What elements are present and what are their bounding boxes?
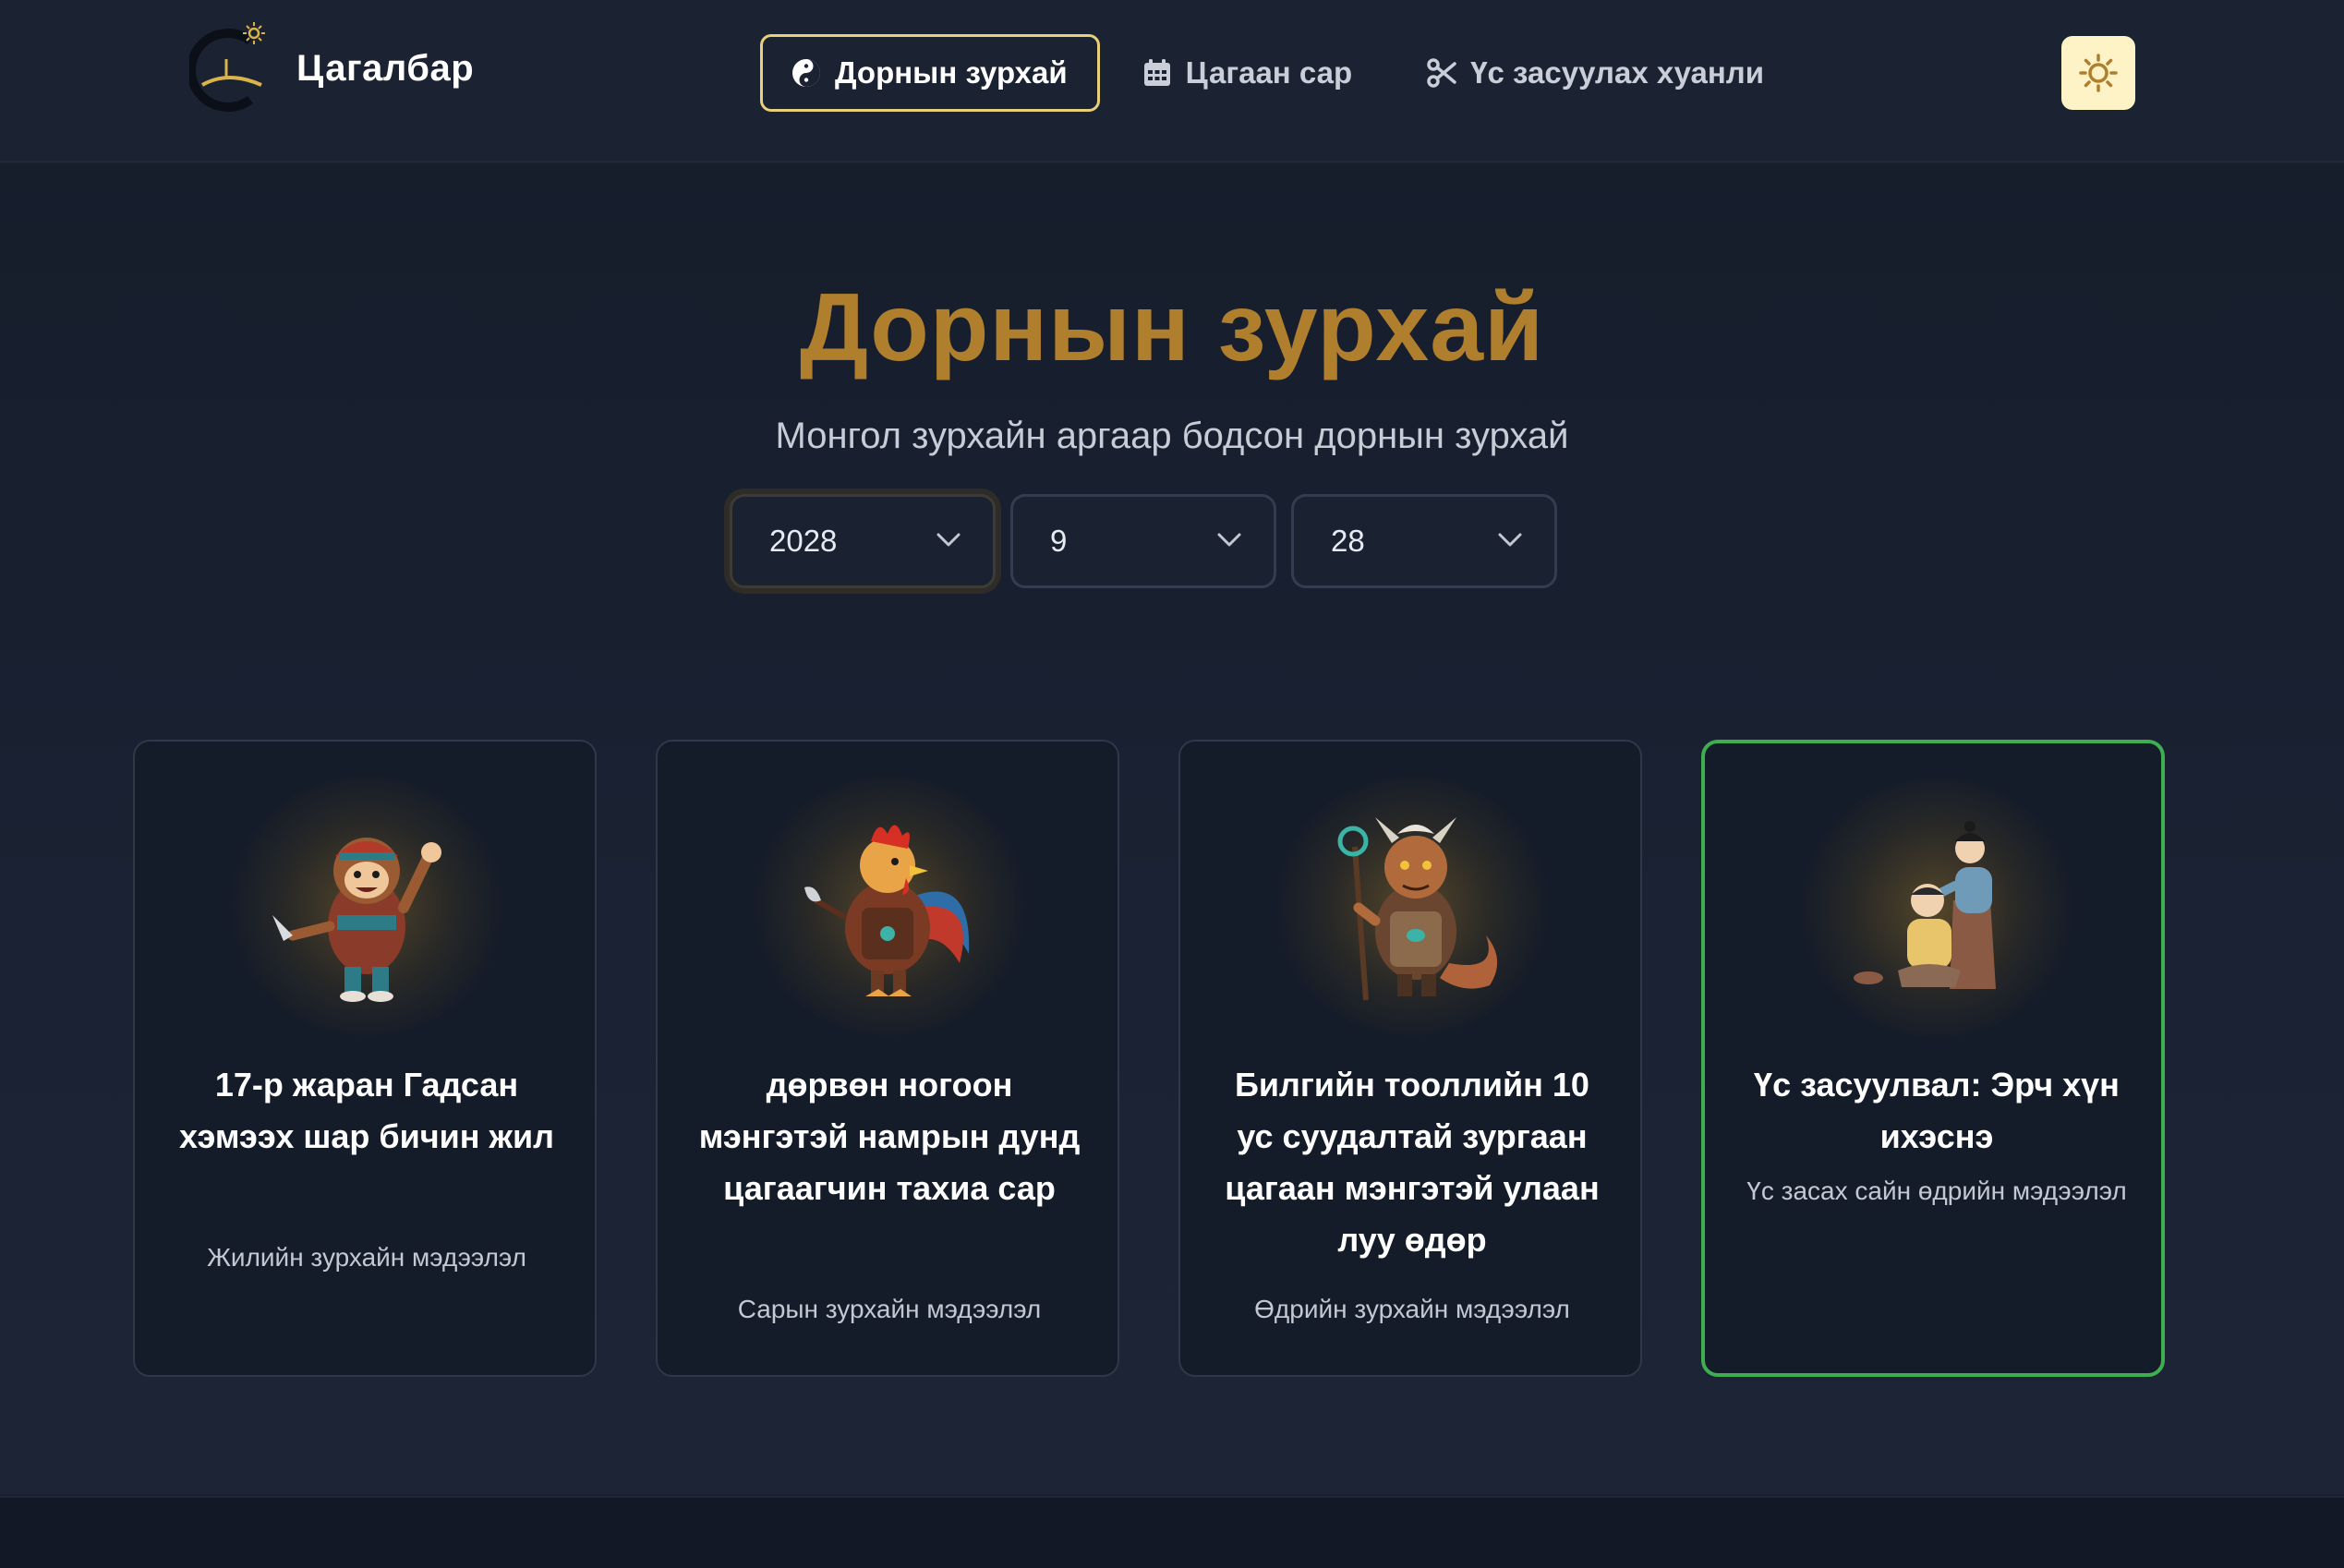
- month-select[interactable]: 9: [1010, 494, 1276, 588]
- theme-toggle-button[interactable]: [2061, 36, 2135, 110]
- haircut-illustration: [1854, 821, 1996, 989]
- chevron-down-icon: [1498, 533, 1522, 547]
- month-card[interactable]: дөрвөн ногоон мэнгэтэй намрын дунд цагаа…: [656, 740, 1119, 1377]
- day-card[interactable]: Билгийн тооллийн 10 ус суудалтай зургаан…: [1178, 740, 1642, 1377]
- month-select-value: 9: [1050, 524, 1068, 558]
- nav-label: Цагаан сар: [1185, 55, 1353, 90]
- year-select-value: 2028: [769, 524, 838, 558]
- nav-label: Дорнын зурхай: [835, 55, 1068, 90]
- rooster-warrior-illustration: [804, 825, 970, 996]
- card-subtitle: Жилийн зурхайн мэдээлэл: [207, 1243, 526, 1272]
- scissors-icon: [1427, 58, 1456, 88]
- card-title: Билгийн тооллийн 10 ус суудалтай зургаан…: [1225, 1066, 1600, 1259]
- day-select-value: 28: [1331, 524, 1365, 558]
- hero-section: Дорнын зурхай Монгол зурхайн аргаар бодс…: [0, 164, 2344, 1494]
- nav-item-tsagaan-sar[interactable]: Цагаан сар: [1109, 34, 1385, 112]
- info-cards: 17-р жаран Гадсан хэмээх шар бичин жил Ж…: [133, 740, 2224, 1377]
- year-select[interactable]: 2028: [730, 494, 996, 588]
- page-title: Дорнын зурхай: [799, 274, 1545, 381]
- card-title: дөрвөн ногоон мэнгэтэй намрын дунд цагаа…: [698, 1066, 1081, 1207]
- card-title: 17-р жаран Гадсан хэмээх шар бичин жил: [178, 1066, 555, 1155]
- brand-logo-icon: [189, 22, 265, 112]
- calendar-icon: [1143, 59, 1170, 86]
- page-subtitle: Монгол зурхайн аргаар бодсон дорнын зурх…: [775, 416, 1569, 456]
- top-navbar: Цагалбар Дорнын зурхай Цагаан сар Үс зас…: [0, 0, 2344, 163]
- chevron-down-icon: [936, 533, 961, 547]
- chevron-down-icon: [1217, 533, 1241, 547]
- main-nav: Дорнын зурхай Цагаан сар Үс засуулах хуа…: [760, 34, 1806, 112]
- date-selectors: 2028 9 28: [730, 494, 1572, 588]
- dragon-warrior-illustration: [1337, 817, 1498, 1001]
- nav-item-dornyn-zurkhai[interactable]: Дорнын зурхай: [760, 34, 1100, 112]
- card-subtitle: Сарын зурхайн мэдээлэл: [737, 1295, 1042, 1323]
- year-card[interactable]: 17-р жаран Гадсан хэмээх шар бичин жил Ж…: [133, 740, 597, 1377]
- brand[interactable]: Цагалбар: [189, 20, 474, 116]
- haircut-card[interactable]: Үс засуулвал: Эрч хүн ихэснэ Үс засах са…: [1701, 740, 2165, 1377]
- nav-item-us-zasuulakh[interactable]: Үс засуулах хуанли: [1394, 34, 1796, 112]
- card-subtitle: Өдрийн зурхайн мэдээлэл: [1254, 1295, 1570, 1323]
- brand-name: Цагалбар: [296, 47, 475, 89]
- day-select[interactable]: 28: [1291, 494, 1557, 588]
- card-title: Үс засуулвал: Эрч хүн ихэснэ: [1754, 1066, 2120, 1155]
- sun-icon: [2079, 54, 2118, 92]
- footer: [0, 1496, 2344, 1568]
- nav-label: Үс засуулах хуанли: [1470, 55, 1765, 90]
- monkey-warrior-illustration: [272, 838, 441, 1002]
- card-subtitle: Үс засах сайн өдрийн мэдээлэл: [1746, 1176, 2127, 1205]
- yin-yang-icon: [792, 59, 820, 87]
